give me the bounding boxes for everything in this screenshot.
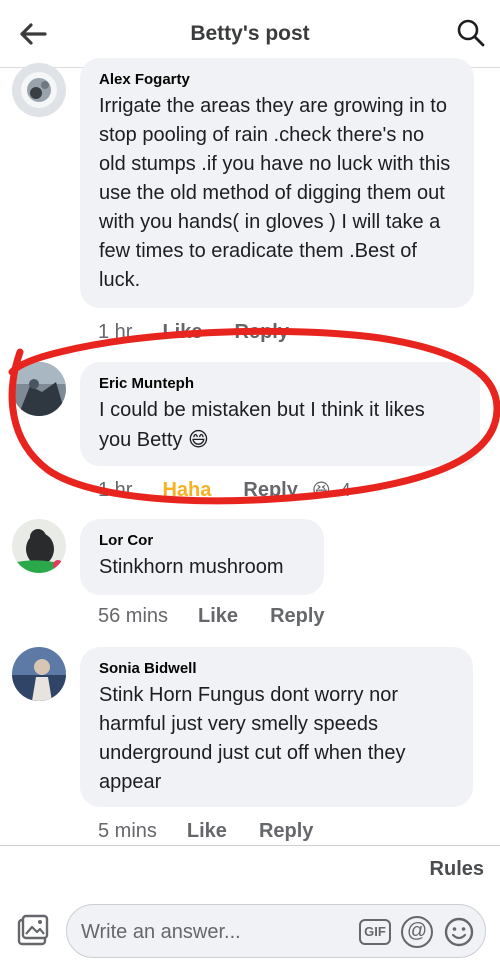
reaction-summary[interactable]: 😆 4 xyxy=(312,476,351,505)
comment-actions: 5 mins Like Reply xyxy=(98,817,313,845)
comment-author[interactable]: Sonia Bidwell xyxy=(99,659,455,679)
smiley-icon xyxy=(444,917,474,947)
comment-actions: 1 hr Like Reply xyxy=(98,318,289,346)
mention-button[interactable]: @ xyxy=(401,916,433,948)
search-button[interactable] xyxy=(456,18,486,48)
reply-button[interactable]: Reply xyxy=(259,817,313,845)
comment-text: Irrigate the areas they are growing in t… xyxy=(99,95,451,291)
comment-author[interactable]: Alex Fogarty xyxy=(99,70,456,90)
photo-icon xyxy=(17,914,49,946)
comment-text-body: I could be mistaken but I think it likes… xyxy=(99,399,425,451)
like-button[interactable]: Like xyxy=(162,318,202,346)
comment-actions: 1 hr Haha Reply 😆 4 xyxy=(98,476,351,504)
photo-attach-button[interactable] xyxy=(16,914,50,948)
emoji-button[interactable] xyxy=(443,916,475,948)
comment-time[interactable]: 1 hr xyxy=(98,318,132,346)
comment-author[interactable]: Eric Munteph xyxy=(99,374,462,394)
reply-button[interactable]: Reply xyxy=(270,602,324,630)
reply-button[interactable]: Reply xyxy=(235,318,289,346)
gif-button[interactable]: GIF xyxy=(359,919,391,945)
avatar[interactable] xyxy=(12,63,66,117)
grin-emoji-icon: 😄 xyxy=(187,427,209,451)
footer-divider xyxy=(0,845,500,846)
rules-link[interactable]: Rules xyxy=(430,858,484,881)
avatar[interactable] xyxy=(12,647,66,701)
reply-button[interactable]: Reply xyxy=(243,476,297,504)
comment-author[interactable]: Lor Cor xyxy=(99,531,306,551)
avatar[interactable] xyxy=(12,362,66,416)
comment-time[interactable]: 1 hr xyxy=(98,476,132,504)
comment-text: Stinkhorn mushroom xyxy=(99,556,284,578)
like-button[interactable]: Like xyxy=(187,817,227,845)
answer-input[interactable] xyxy=(81,919,351,945)
comment-time[interactable]: 56 mins xyxy=(98,602,168,630)
comment-bubble: Alex Fogarty Irrigate the areas they are… xyxy=(80,58,474,308)
search-icon xyxy=(457,19,485,47)
laugh-reaction-icon: 😆 xyxy=(311,480,331,501)
comment-actions: 56 mins Like Reply xyxy=(98,602,325,630)
comment-time[interactable]: 5 mins xyxy=(98,817,157,845)
comment-composer: GIF @ xyxy=(66,904,486,958)
comment-text: I could be mistaken but I think it likes… xyxy=(99,396,462,455)
comment-bubble: Lor Cor Stinkhorn mushroom xyxy=(80,519,324,595)
comment-bubble: Eric Munteph I could be mistaken but I t… xyxy=(80,362,480,466)
haha-reaction-button[interactable]: Haha xyxy=(162,476,211,504)
avatar[interactable] xyxy=(12,519,66,573)
page-title: Betty's post xyxy=(190,22,310,45)
comment-text: Stink Horn Fungus dont worry nor harmful… xyxy=(99,684,406,793)
like-button[interactable]: Like xyxy=(198,602,238,630)
comment-bubble: Sonia Bidwell Stink Horn Fungus dont wor… xyxy=(80,647,473,807)
reaction-count: 4 xyxy=(340,480,351,500)
